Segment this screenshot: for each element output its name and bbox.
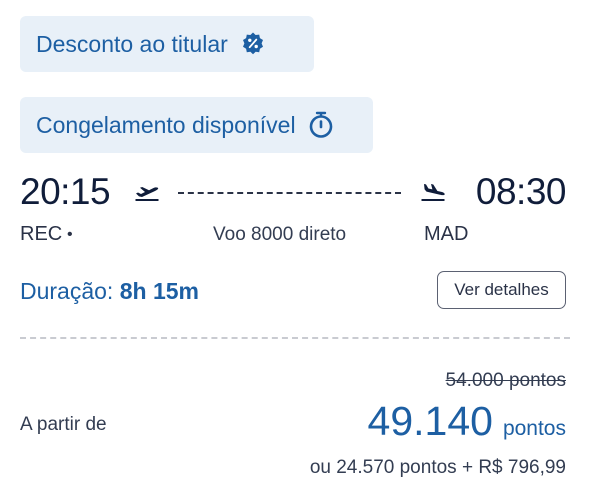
departure-airport-code: REC: [20, 223, 63, 245]
discount-badge-icon: [240, 31, 266, 57]
price-value: 49.140: [367, 398, 493, 444]
duration-value: 8h 15m: [119, 278, 199, 304]
plane-takeoff-icon: [134, 183, 160, 201]
alternative-price: ou 24.570 pontos + R$ 796,99: [309, 457, 566, 478]
freeze-badge: Congelamento disponível: [20, 97, 373, 153]
departure-time: 20:15: [20, 171, 111, 212]
discount-badge-label: Desconto ao titular: [36, 30, 228, 57]
freeze-badge-label: Congelamento disponível: [36, 111, 296, 138]
details-button[interactable]: Ver detalhes: [437, 271, 566, 309]
section-divider: [20, 337, 570, 339]
original-price: 54.000 pontos: [445, 370, 566, 391]
arrival-airport-code: MAD: [424, 223, 469, 245]
price-unit: pontos: [502, 417, 566, 440]
duration-label: Duração:: [20, 278, 114, 304]
discount-badge: Desconto ao titular: [20, 16, 314, 72]
departure-dot: •: [67, 226, 73, 243]
flight-info: Voo 8000 direto: [213, 224, 347, 245]
current-price: 49.140 pontos: [368, 398, 566, 445]
from-label: A partir de: [20, 414, 107, 435]
plane-landing-icon: [420, 183, 446, 201]
flight-duration: Duração: 8h 15m: [20, 278, 199, 305]
arrival-time: 08:30: [475, 171, 567, 212]
route-dashed-line: [178, 192, 401, 194]
stopwatch-icon: [308, 111, 334, 138]
